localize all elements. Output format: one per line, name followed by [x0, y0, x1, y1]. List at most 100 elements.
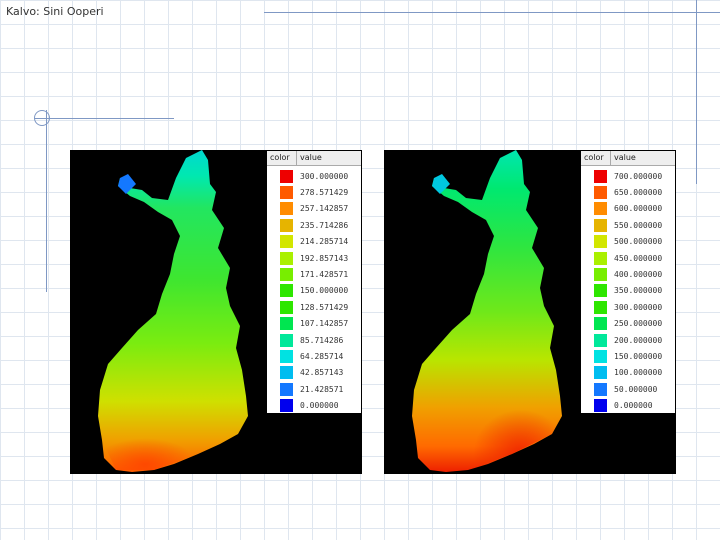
legend-swatch [594, 317, 607, 331]
legend-value: 150.000000 [300, 286, 349, 296]
legend-row: 700.000000 [581, 168, 675, 184]
legend-swatch [280, 284, 293, 298]
legend-swatch [280, 218, 293, 232]
legend-value: 150.000000 [614, 351, 663, 361]
legend-swatch [280, 251, 293, 265]
legend-value: 0.000000 [614, 401, 653, 411]
legend-value: 171.428571 [300, 270, 349, 280]
legend-value: 257.142857 [300, 204, 349, 214]
legend-row: 300.000000 [267, 168, 361, 184]
legend-value: 107.142857 [300, 319, 349, 329]
legend-row: 100.000000 [581, 365, 675, 381]
legend-swatch [280, 382, 293, 396]
legend-color-header: color [267, 151, 297, 165]
legend-row: 300.000000 [581, 299, 675, 315]
legend-swatch [280, 169, 293, 183]
legend-row: 650.000000 [581, 184, 675, 200]
legend-swatch [594, 235, 607, 249]
legend-swatch [594, 218, 607, 232]
legend-value: 700.000000 [614, 171, 663, 181]
legend-value: 250.000000 [614, 319, 663, 329]
legend-row: 150.000000 [267, 283, 361, 299]
legend-value-header: value [614, 153, 636, 162]
legend-swatch [594, 284, 607, 298]
legend-value: 85.714286 [300, 335, 344, 345]
legend-swatch [594, 349, 607, 363]
legend-row: 200.000000 [581, 332, 675, 348]
legend-rows: 300.000000 278.571429 257.142857 235.714286… [267, 166, 361, 414]
legend-row: 42.857143 [267, 365, 361, 381]
legend-value: 550.000000 [614, 220, 663, 230]
legend-swatch [280, 202, 293, 216]
map-panel-1: color value 300.000000 278.571429 257.1428… [70, 150, 362, 474]
legend-row: 85.714286 [267, 332, 361, 348]
legend-row: 450.000000 [581, 250, 675, 266]
decorative-line [696, 0, 697, 184]
legend-row: 350.000000 [581, 283, 675, 299]
decorative-line [264, 12, 720, 13]
legend-swatch [594, 186, 607, 200]
legend-swatch [280, 366, 293, 380]
decorative-line [46, 110, 47, 292]
decorative-line [34, 118, 174, 119]
legend-swatch [594, 169, 607, 183]
legend-row: 107.142857 [267, 316, 361, 332]
finland-map-1 [98, 150, 248, 472]
legend-row: 250.000000 [581, 316, 675, 332]
legend-row: 550.000000 [581, 217, 675, 233]
legend-swatch [280, 349, 293, 363]
legend-swatch [594, 333, 607, 347]
legend-value: 214.285714 [300, 237, 349, 247]
legend-swatch [280, 268, 293, 282]
legend-row: 500.000000 [581, 234, 675, 250]
legend-swatch [594, 268, 607, 282]
legend-swatch [594, 251, 607, 265]
legend-swatch [280, 235, 293, 249]
legend-color-header: color [581, 151, 611, 165]
legend-swatch [280, 300, 293, 314]
legend-header: color value [267, 151, 361, 166]
legend-value: 64.285714 [300, 351, 344, 361]
legend-value: 200.000000 [614, 335, 663, 345]
legend-value: 450.000000 [614, 253, 663, 263]
legend-row: 192.857143 [267, 250, 361, 266]
legend-value: 50.000000 [614, 384, 658, 394]
legend-row: 0.000000 [267, 397, 361, 413]
legend-row: 235.714286 [267, 217, 361, 233]
legend-value: 300.000000 [300, 171, 349, 181]
legend-row: 278.571429 [267, 184, 361, 200]
legend-value: 235.714286 [300, 220, 349, 230]
legend-value: 278.571429 [300, 188, 349, 198]
legend-swatch [280, 186, 293, 200]
legend-row: 600.000000 [581, 201, 675, 217]
legend-value: 600.000000 [614, 204, 663, 214]
legend-value: 100.000000 [614, 368, 663, 378]
map-panel-2: color value 700.000000 650.000000 600.0000… [384, 150, 676, 474]
legend-swatch [280, 317, 293, 331]
legend-swatch [280, 399, 293, 413]
legend-value-header: value [300, 153, 322, 162]
legend-rows: 700.000000 650.000000 600.000000 550.000000… [581, 166, 675, 414]
legend-value: 650.000000 [614, 188, 663, 198]
legend-value: 300.000000 [614, 302, 663, 312]
legend-swatch [594, 202, 607, 216]
legend-value: 0.000000 [300, 401, 339, 411]
legend-row: 257.142857 [267, 201, 361, 217]
legend-swatch [594, 399, 607, 413]
legend-swatch [594, 366, 607, 380]
legend-row: 50.000000 [581, 381, 675, 397]
legend-1: color value 300.000000 278.571429 257.1428… [267, 151, 361, 413]
legend-row: 150.000000 [581, 348, 675, 364]
legend-row: 214.285714 [267, 234, 361, 250]
legend-swatch [594, 300, 607, 314]
legend-row: 128.571429 [267, 299, 361, 315]
legend-value: 192.857143 [300, 253, 349, 263]
legend-value: 350.000000 [614, 286, 663, 296]
legend-value: 42.857143 [300, 368, 344, 378]
legend-value: 21.428571 [300, 384, 344, 394]
legend-row: 64.285714 [267, 348, 361, 364]
legend-row: 21.428571 [267, 381, 361, 397]
legend-2: color value 700.000000 650.000000 600.0000… [581, 151, 675, 413]
legend-swatch [594, 382, 607, 396]
legend-value: 128.571429 [300, 302, 349, 312]
